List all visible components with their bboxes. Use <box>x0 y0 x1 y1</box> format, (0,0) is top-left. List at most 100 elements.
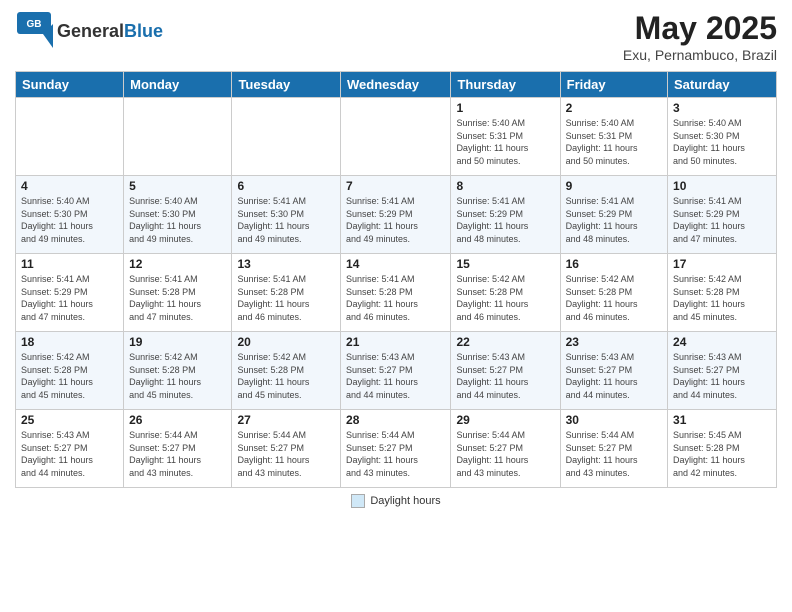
calendar-header-row: SundayMondayTuesdayWednesdayThursdayFrid… <box>16 72 777 98</box>
calendar-cell: 28Sunrise: 5:44 AM Sunset: 5:27 PM Dayli… <box>341 410 451 488</box>
day-number: 13 <box>237 257 335 271</box>
calendar-cell: 9Sunrise: 5:41 AM Sunset: 5:29 PM Daylig… <box>560 176 667 254</box>
calendar-cell: 3 Sunrise: 5:40 AM Sunset: 5:30 PM Daylig… <box>668 98 777 176</box>
calendar-week-5: 25Sunrise: 5:43 AM Sunset: 5:27 PM Dayli… <box>16 410 777 488</box>
calendar-cell: 15Sunrise: 5:42 AM Sunset: 5:28 PM Dayli… <box>451 254 560 332</box>
day-number: 26 <box>129 413 226 427</box>
day-info: Sunrise: 5:42 AM Sunset: 5:28 PM Dayligh… <box>566 273 662 323</box>
calendar-cell: 7 Sunrise: 5:41 AM Sunset: 5:29 PM Daylig… <box>341 176 451 254</box>
header: GB GeneralBlue May 2025 Exu, Pernambuco,… <box>15 10 777 63</box>
day-info: Sunrise: 5:43 AM Sunset: 5:27 PM Dayligh… <box>346 351 445 401</box>
calendar-header-monday: Monday <box>124 72 232 98</box>
calendar-week-3: 11Sunrise: 5:41 AM Sunset: 5:29 PM Dayli… <box>16 254 777 332</box>
calendar-cell: 12Sunrise: 5:41 AM Sunset: 5:28 PM Dayli… <box>124 254 232 332</box>
page: GB GeneralBlue May 2025 Exu, Pernambuco,… <box>0 0 792 612</box>
day-info: Sunrise: 5:44 AM Sunset: 5:27 PM Dayligh… <box>129 429 226 479</box>
calendar-cell: 23Sunrise: 5:43 AM Sunset: 5:27 PM Dayli… <box>560 332 667 410</box>
day-number: 15 <box>456 257 554 271</box>
day-info: Sunrise: 5:42 AM Sunset: 5:28 PM Dayligh… <box>129 351 226 401</box>
calendar-cell: 29Sunrise: 5:44 AM Sunset: 5:27 PM Dayli… <box>451 410 560 488</box>
calendar-cell: 18 Sunrise: 5:42 AM Sunset: 5:28 PM Dayli… <box>16 332 124 410</box>
logo-icon: GB <box>15 10 53 48</box>
day-number: 12 <box>129 257 226 271</box>
calendar-title: May 2025 <box>623 10 777 47</box>
day-number: 24 <box>673 335 771 349</box>
calendar-cell <box>341 98 451 176</box>
calendar-cell: 2Sunrise: 5:40 AM Sunset: 5:31 PM Daylig… <box>560 98 667 176</box>
day-number: 22 <box>456 335 554 349</box>
calendar-cell: 11Sunrise: 5:41 AM Sunset: 5:29 PM Dayli… <box>16 254 124 332</box>
footer: Daylight hours <box>15 494 777 508</box>
calendar-cell: 8 Sunrise: 5:41 AM Sunset: 5:29 PM Daylig… <box>451 176 560 254</box>
day-info: Sunrise: 5:44 AM Sunset: 5:27 PM Dayligh… <box>566 429 662 479</box>
calendar-table: SundayMondayTuesdayWednesdayThursdayFrid… <box>15 71 777 488</box>
calendar-cell: 4Sunrise: 5:40 AM Sunset: 5:30 PM Daylig… <box>16 176 124 254</box>
calendar-cell: 26 Sunrise: 5:44 AM Sunset: 5:27 PM Dayli… <box>124 410 232 488</box>
calendar-cell <box>16 98 124 176</box>
day-info: Sunrise: 5:40 AM Sunset: 5:31 PM Dayligh… <box>456 117 554 167</box>
day-number: 5 <box>129 179 226 193</box>
legend-item-daylight: Daylight hours <box>351 494 440 508</box>
calendar-week-2: 4Sunrise: 5:40 AM Sunset: 5:30 PM Daylig… <box>16 176 777 254</box>
calendar-cell: 16Sunrise: 5:42 AM Sunset: 5:28 PM Dayli… <box>560 254 667 332</box>
day-number: 18 <box>21 335 118 349</box>
calendar-cell: 21 Sunrise: 5:43 AM Sunset: 5:27 PM Dayli… <box>341 332 451 410</box>
day-number: 8 <box>456 179 554 193</box>
day-number: 6 <box>237 179 335 193</box>
logo-blue: Blue <box>124 21 163 41</box>
day-number: 14 <box>346 257 445 271</box>
day-info: Sunrise: 5:44 AM Sunset: 5:27 PM Dayligh… <box>237 429 335 479</box>
calendar-cell: 13 Sunrise: 5:41 AM Sunset: 5:28 PM Dayli… <box>232 254 341 332</box>
day-info: Sunrise: 5:41 AM Sunset: 5:28 PM Dayligh… <box>346 273 445 323</box>
calendar-cell: 6 Sunrise: 5:41 AM Sunset: 5:30 PM Daylig… <box>232 176 341 254</box>
legend-label-daylight: Daylight hours <box>370 495 440 507</box>
day-info: Sunrise: 5:40 AM Sunset: 5:30 PM Dayligh… <box>129 195 226 245</box>
day-info: Sunrise: 5:41 AM Sunset: 5:30 PM Dayligh… <box>237 195 335 245</box>
day-number: 1 <box>456 101 554 115</box>
calendar-header-sunday: Sunday <box>16 72 124 98</box>
logo: GB GeneralBlue <box>15 10 163 53</box>
day-number: 29 <box>456 413 554 427</box>
day-info: Sunrise: 5:43 AM Sunset: 5:27 PM Dayligh… <box>673 351 771 401</box>
day-number: 17 <box>673 257 771 271</box>
day-info: Sunrise: 5:41 AM Sunset: 5:29 PM Dayligh… <box>673 195 771 245</box>
day-info: Sunrise: 5:41 AM Sunset: 5:29 PM Dayligh… <box>456 195 554 245</box>
day-number: 31 <box>673 413 771 427</box>
calendar-week-1: 1 Sunrise: 5:40 AM Sunset: 5:31 PM Daylig… <box>16 98 777 176</box>
day-info: Sunrise: 5:41 AM Sunset: 5:29 PM Dayligh… <box>21 273 118 323</box>
day-info: Sunrise: 5:41 AM Sunset: 5:29 PM Dayligh… <box>346 195 445 245</box>
calendar-header-saturday: Saturday <box>668 72 777 98</box>
calendar-cell: 24 Sunrise: 5:43 AM Sunset: 5:27 PM Dayli… <box>668 332 777 410</box>
calendar-header-friday: Friday <box>560 72 667 98</box>
day-info: Sunrise: 5:42 AM Sunset: 5:28 PM Dayligh… <box>21 351 118 401</box>
day-number: 19 <box>129 335 226 349</box>
day-number: 7 <box>346 179 445 193</box>
day-number: 21 <box>346 335 445 349</box>
day-info: Sunrise: 5:40 AM Sunset: 5:30 PM Dayligh… <box>673 117 771 167</box>
day-info: Sunrise: 5:41 AM Sunset: 5:28 PM Dayligh… <box>237 273 335 323</box>
calendar-cell: 10Sunrise: 5:41 AM Sunset: 5:29 PM Dayli… <box>668 176 777 254</box>
calendar-cell: 17 Sunrise: 5:42 AM Sunset: 5:28 PM Dayli… <box>668 254 777 332</box>
calendar-cell: 19 Sunrise: 5:42 AM Sunset: 5:28 PM Dayli… <box>124 332 232 410</box>
day-info: Sunrise: 5:40 AM Sunset: 5:31 PM Dayligh… <box>566 117 662 167</box>
calendar-cell: 20Sunrise: 5:42 AM Sunset: 5:28 PM Dayli… <box>232 332 341 410</box>
calendar-cell: 5 Sunrise: 5:40 AM Sunset: 5:30 PM Daylig… <box>124 176 232 254</box>
calendar-header-wednesday: Wednesday <box>341 72 451 98</box>
day-info: Sunrise: 5:43 AM Sunset: 5:27 PM Dayligh… <box>456 351 554 401</box>
day-number: 3 <box>673 101 771 115</box>
day-number: 28 <box>346 413 445 427</box>
calendar-cell: 31 Sunrise: 5:45 AM Sunset: 5:28 PM Dayli… <box>668 410 777 488</box>
calendar-subtitle: Exu, Pernambuco, Brazil <box>623 47 777 63</box>
svg-text:GB: GB <box>27 19 42 30</box>
day-number: 27 <box>237 413 335 427</box>
day-info: Sunrise: 5:42 AM Sunset: 5:28 PM Dayligh… <box>673 273 771 323</box>
calendar-cell <box>124 98 232 176</box>
calendar-header-thursday: Thursday <box>451 72 560 98</box>
day-info: Sunrise: 5:40 AM Sunset: 5:30 PM Dayligh… <box>21 195 118 245</box>
day-number: 30 <box>566 413 662 427</box>
day-number: 25 <box>21 413 118 427</box>
calendar-cell <box>232 98 341 176</box>
day-info: Sunrise: 5:45 AM Sunset: 5:28 PM Dayligh… <box>673 429 771 479</box>
calendar-cell: 1 Sunrise: 5:40 AM Sunset: 5:31 PM Daylig… <box>451 98 560 176</box>
logo-general: General <box>57 21 124 41</box>
